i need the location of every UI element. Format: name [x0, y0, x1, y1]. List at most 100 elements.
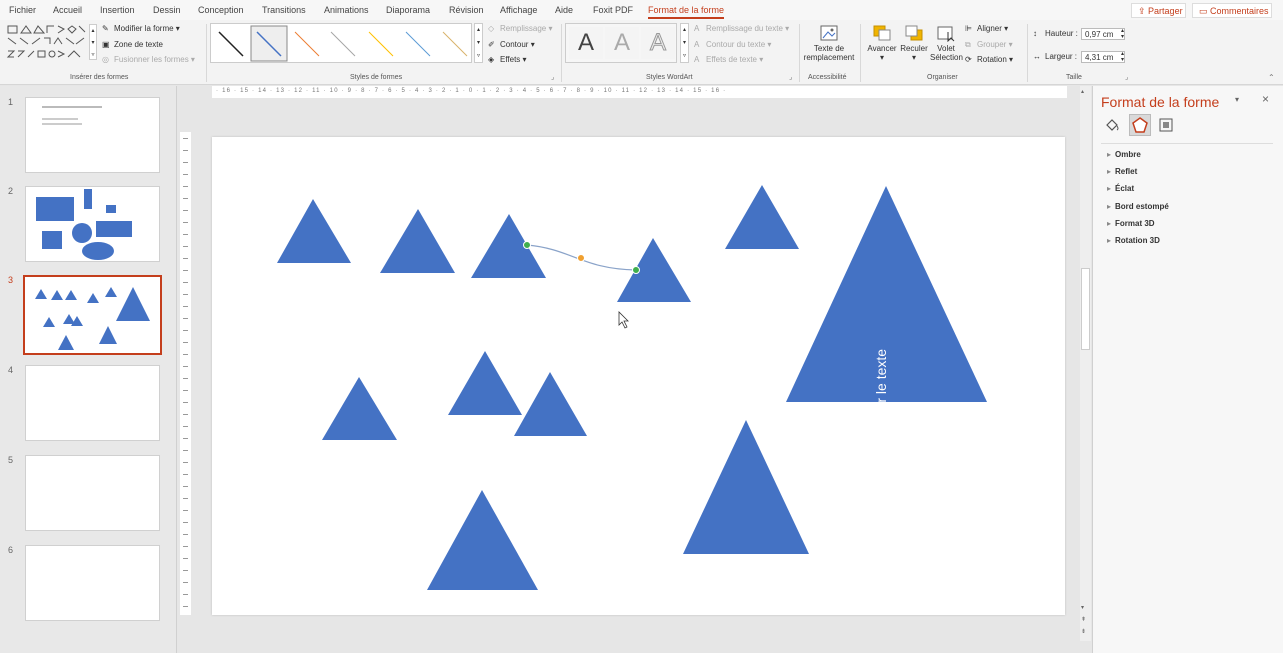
merge-icon: ◎: [102, 55, 109, 65]
tab-animations[interactable]: Animations: [324, 5, 369, 15]
tab-fichier[interactable]: Fichier: [9, 5, 36, 15]
paint-bucket-icon: [1106, 119, 1119, 131]
connector-adjust-handle[interactable]: [577, 254, 585, 262]
wordart-scroll[interactable]: ▴ ▾ ▿: [680, 23, 689, 63]
ruler-tick: [183, 150, 188, 151]
tab-aide[interactable]: Aide: [555, 5, 573, 15]
size-launcher[interactable]: ⌟: [1125, 73, 1128, 81]
divider: [561, 24, 562, 82]
group-button[interactable]: ⧉ Grouper ▾: [965, 40, 1013, 49]
scroll-up-icon[interactable]: ▴: [1081, 88, 1084, 95]
size-properties-tab[interactable]: [1157, 116, 1175, 134]
scroll-down-icon[interactable]: ▾: [1081, 604, 1084, 611]
slide-thumbnail-4[interactable]: [25, 365, 160, 441]
triangle-shape[interactable]: [725, 185, 799, 249]
outline-button[interactable]: ✐ Contour ▾: [488, 40, 535, 49]
ruler-tick: [183, 318, 188, 319]
collapse-ribbon-icon[interactable]: ⌃: [1268, 73, 1275, 82]
previous-slide-icon[interactable]: ⇞: [1081, 616, 1086, 623]
triangle-shape[interactable]: [683, 420, 809, 554]
text-outline-button[interactable]: A Contour du texte ▾: [694, 40, 771, 49]
slide-canvas[interactable]: Taper le texte: [212, 137, 1065, 615]
mouse-cursor-icon: [618, 311, 629, 329]
height-spinner[interactable]: ▴ ▾: [1121, 28, 1124, 40]
share-button[interactable]: ⇪ Partager: [1131, 3, 1186, 18]
vertical-scrollbar[interactable]: ▴ ▾ ⇞ ⇟: [1080, 86, 1091, 641]
slide-thumbnail-1[interactable]: [25, 97, 160, 173]
section-bord-estompe[interactable]: ▸ Bord estompé: [1107, 202, 1169, 211]
tab-conception[interactable]: Conception: [198, 5, 244, 15]
section-eclat[interactable]: ▸ Éclat: [1107, 184, 1134, 193]
tab-diaporama[interactable]: Diaporama: [386, 5, 430, 15]
width-input[interactable]: 4,31 cm: [1081, 51, 1125, 63]
height-input[interactable]: 0,97 cm: [1081, 28, 1125, 40]
tab-affichage[interactable]: Affichage: [500, 5, 537, 15]
slide-thumbnail-6[interactable]: [25, 545, 160, 621]
tab-dessin[interactable]: Dessin: [153, 5, 181, 15]
tab-foxit-pdf[interactable]: Foxit PDF: [593, 5, 633, 15]
scroll-thumb[interactable]: [1081, 268, 1090, 350]
height-icon: ↕: [1033, 29, 1037, 39]
slide-thumbnail-3[interactable]: [23, 275, 162, 355]
wordart-style-outline[interactable]: A: [641, 27, 675, 59]
selection-pane-button[interactable]: Volet Sélection: [930, 24, 963, 70]
shape-gallery-scroll[interactable]: ▴ ▾ ▿: [89, 24, 97, 60]
triangle-shape[interactable]: [448, 351, 522, 415]
tab-insertion[interactable]: Insertion: [100, 5, 135, 15]
comments-button[interactable]: ▭ Commentaires: [1192, 3, 1272, 18]
wordart-gallery[interactable]: A A A: [565, 23, 677, 63]
effects-tab[interactable]: [1129, 114, 1151, 136]
slide-shapes: [277, 185, 987, 590]
align-button[interactable]: ⊫ Aligner ▾: [965, 24, 1008, 33]
width-spinner[interactable]: ▴ ▾: [1121, 51, 1124, 63]
tab-transitions[interactable]: Transitions: [262, 5, 306, 15]
close-icon[interactable]: ×: [1262, 92, 1269, 106]
thumb-title-line: [42, 106, 102, 108]
fill-line-tab[interactable]: [1103, 116, 1121, 134]
ruler-tick: [183, 558, 188, 559]
send-backward-button[interactable]: Reculer ▾: [900, 24, 928, 70]
wordart-style-plain[interactable]: A: [569, 27, 603, 59]
triangle-shape[interactable]: [514, 372, 587, 436]
effects-button[interactable]: ◈ Effets ▾: [488, 55, 527, 64]
section-ombre[interactable]: ▸ Ombre: [1107, 150, 1141, 159]
shape-styles-gallery[interactable]: [210, 23, 472, 63]
section-format-3d[interactable]: ▸ Format 3D: [1107, 219, 1155, 228]
connector-end-handle[interactable]: [632, 266, 640, 274]
fill-button[interactable]: ◇ Remplissage ▾: [488, 24, 553, 33]
ribbon: ▴ ▾ ▿ ✎ Modifier la forme ▾ ▣ Zone de texte …: [0, 20, 1283, 85]
shape-styles-scroll[interactable]: ▴ ▾ ▿: [474, 23, 483, 63]
pane-options-icon[interactable]: ▾: [1235, 95, 1239, 104]
alt-text-icon: [820, 25, 838, 41]
section-reflet[interactable]: ▸ Reflet: [1107, 167, 1137, 176]
wordart-style-gray[interactable]: A: [605, 27, 639, 59]
triangle-shape[interactable]: [380, 209, 455, 273]
merge-shapes-button[interactable]: ◎ Fusionner les formes ▾: [102, 55, 195, 64]
bring-forward-button[interactable]: Avancer ▾: [866, 24, 898, 70]
section-rotation-3d[interactable]: ▸ Rotation 3D: [1107, 236, 1160, 245]
text-effects-button[interactable]: A Effets de texte ▾: [694, 55, 763, 64]
shape-styles-launcher[interactable]: ⌟: [551, 73, 554, 81]
alt-text-button[interactable]: Texte de remplacement: [803, 24, 855, 70]
wordart-launcher[interactable]: ⌟: [789, 73, 792, 81]
width-icon: ↔: [1033, 52, 1041, 62]
rotate-button[interactable]: ⟳ Rotation ▾: [965, 55, 1013, 64]
next-slide-icon[interactable]: ⇟: [1081, 628, 1086, 635]
expand-icon: ▸: [1107, 236, 1112, 245]
triangle-shape[interactable]: [277, 199, 351, 263]
shape-gallery[interactable]: [6, 24, 86, 68]
slide-thumbnail-2[interactable]: [25, 186, 160, 262]
text-box-button[interactable]: ▣ Zone de texte: [102, 40, 163, 49]
modify-shape-button[interactable]: ✎ Modifier la forme ▾: [102, 24, 180, 33]
group-label-wordart: Styles WordArt: [646, 74, 693, 81]
connector-start-handle[interactable]: [523, 241, 531, 249]
large-triangle-text[interactable]: Taper le texte: [873, 347, 899, 435]
tab-accueil[interactable]: Accueil: [53, 5, 82, 15]
slide-thumbnail-5[interactable]: [25, 455, 160, 531]
horizontal-ruler: · 16 · 15 · 14 · 13 · 12 · 11 · 10 · 9 ·…: [212, 86, 1067, 98]
text-fill-button[interactable]: A Remplissage du texte ▾: [694, 24, 789, 33]
tab-format-de-la-forme[interactable]: Format de la forme: [648, 5, 725, 19]
triangle-shape[interactable]: [322, 377, 397, 440]
triangle-shape[interactable]: [427, 490, 538, 590]
tab-revision[interactable]: Révision: [449, 5, 484, 15]
